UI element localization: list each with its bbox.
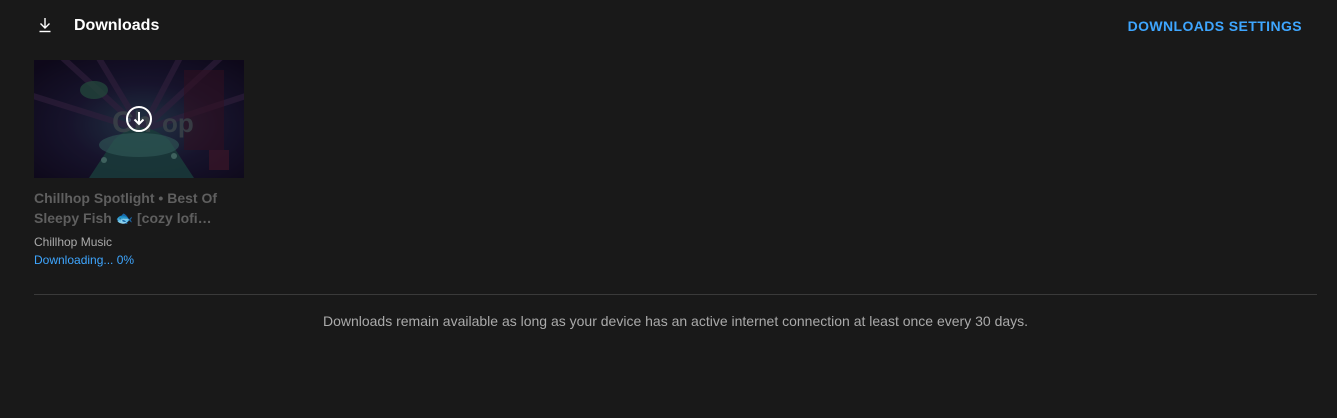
downloads-page: Downloads DOWNLOADS SETTINGS Ch op Chill…: [0, 0, 1337, 418]
downloads-info-note: Downloads remain available as long as yo…: [322, 313, 1029, 329]
video-title[interactable]: Chillhop Spotlight • Best Of Sleepy Fish…: [34, 188, 239, 228]
page-title: Downloads: [74, 17, 160, 34]
divider: [34, 294, 1317, 295]
video-thumbnail[interactable]: Ch op: [34, 60, 244, 178]
download-icon: [36, 16, 54, 34]
download-item[interactable]: Ch op Chillhop Spotlight • Best Of Sleep…: [34, 60, 244, 268]
channel-name[interactable]: Chillhop Music: [34, 234, 244, 250]
download-status: Downloading... 0%: [34, 253, 135, 267]
download-circle-icon: [124, 104, 154, 134]
downloads-settings-button[interactable]: DOWNLOADS SETTINGS: [1128, 17, 1302, 35]
page-header: Downloads DOWNLOADS SETTINGS: [0, 0, 1337, 52]
